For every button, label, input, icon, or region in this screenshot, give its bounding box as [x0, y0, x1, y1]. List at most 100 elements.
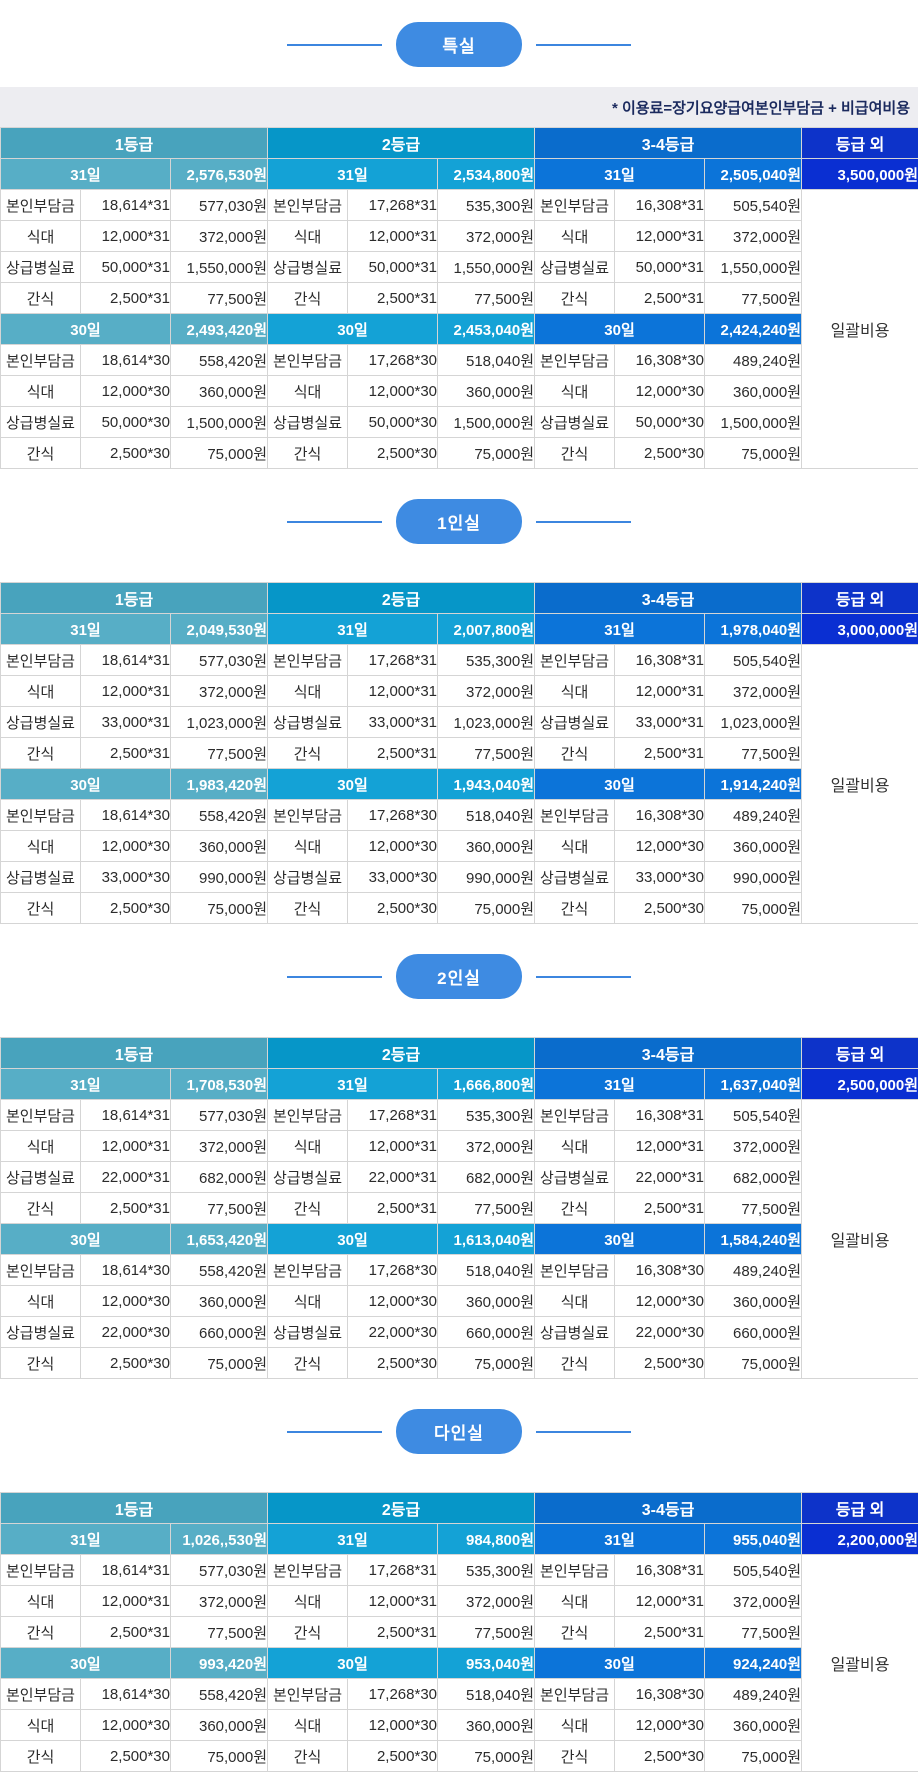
grade-header: 3-4등급	[535, 1038, 802, 1069]
item-label: 본인부담금	[268, 800, 348, 831]
item-calc: 50,000*31	[81, 252, 171, 283]
note-bar: * 이용료=장기요양급여본인부담금 + 비급여비용	[0, 87, 918, 127]
item-label: 식대	[1, 1710, 81, 1741]
item-label: 식대	[1, 1586, 81, 1617]
period-total: 1,983,420원	[171, 769, 268, 800]
item-calc: 2,500*30	[615, 438, 705, 469]
grade-header: 1등급	[1, 1493, 268, 1524]
item-calc: 2,500*30	[81, 438, 171, 469]
item-label: 식대	[535, 1586, 615, 1617]
period-days: 31일	[268, 1069, 438, 1100]
item-amount: 372,000원	[438, 676, 535, 707]
period-days: 31일	[535, 159, 705, 190]
item-amount: 360,000원	[438, 376, 535, 407]
outside-grade-header: 등급 외	[802, 1038, 918, 1069]
item-amount: 1,550,000원	[438, 252, 535, 283]
period-total: 1,653,420원	[171, 1224, 268, 1255]
item-amount: 518,040원	[438, 345, 535, 376]
item-label: 본인부담금	[1, 800, 81, 831]
item-label: 식대	[1, 376, 81, 407]
item-calc: 2,500*31	[348, 1193, 438, 1224]
item-calc: 2,500*31	[81, 1193, 171, 1224]
item-label: 식대	[268, 221, 348, 252]
period-days: 30일	[535, 1224, 705, 1255]
item-amount: 518,040원	[438, 800, 535, 831]
item-amount: 372,000원	[705, 1586, 802, 1617]
grade-header: 2등급	[268, 1038, 535, 1069]
item-amount: 577,030원	[171, 1555, 268, 1586]
item-label: 상급병실료	[268, 862, 348, 893]
item-amount: 577,030원	[171, 190, 268, 221]
item-calc: 12,000*30	[348, 831, 438, 862]
item-calc: 2,500*31	[81, 738, 171, 769]
item-amount: 535,300원	[438, 190, 535, 221]
item-calc: 16,308*30	[615, 1679, 705, 1710]
item-label: 간식	[535, 1741, 615, 1772]
period-days: 30일	[268, 769, 438, 800]
room-type-badge: 다인실	[396, 1409, 522, 1454]
period-days: 31일	[535, 614, 705, 645]
item-calc: 16,308*30	[615, 345, 705, 376]
decorative-line-right-icon	[536, 521, 631, 523]
item-label: 간식	[535, 1348, 615, 1379]
item-label: 간식	[1, 283, 81, 314]
item-calc: 2,500*30	[81, 893, 171, 924]
item-amount: 360,000원	[438, 1710, 535, 1741]
item-amount: 77,500원	[705, 1617, 802, 1648]
item-calc: 17,268*31	[348, 1100, 438, 1131]
item-label: 상급병실료	[1, 1162, 81, 1193]
item-amount: 990,000원	[705, 862, 802, 893]
item-calc: 2,500*30	[348, 1348, 438, 1379]
item-calc: 12,000*31	[348, 1586, 438, 1617]
decorative-line-right-icon	[536, 976, 631, 978]
item-amount: 75,000원	[171, 1741, 268, 1772]
item-label: 본인부담금	[535, 190, 615, 221]
item-amount: 372,000원	[438, 221, 535, 252]
item-calc: 2,500*31	[81, 1617, 171, 1648]
item-calc: 12,000*30	[615, 1286, 705, 1317]
item-amount: 77,500원	[171, 738, 268, 769]
item-label: 식대	[535, 376, 615, 407]
period-total: 953,040원	[438, 1648, 535, 1679]
item-calc: 2,500*30	[615, 1741, 705, 1772]
item-amount: 360,000원	[705, 376, 802, 407]
item-calc: 17,268*30	[348, 1255, 438, 1286]
section-header: 다인실	[0, 1409, 918, 1454]
item-amount: 372,000원	[171, 221, 268, 252]
item-label: 간식	[535, 1193, 615, 1224]
grade-header: 2등급	[268, 128, 535, 159]
item-amount: 505,540원	[705, 1555, 802, 1586]
item-calc: 2,500*31	[81, 283, 171, 314]
period-days: 30일	[268, 1224, 438, 1255]
item-amount: 1,023,000원	[438, 707, 535, 738]
period-total: 2,576,530원	[171, 159, 268, 190]
item-amount: 558,420원	[171, 800, 268, 831]
outside-grade-total: 3,500,000원	[802, 159, 918, 190]
item-amount: 682,000원	[705, 1162, 802, 1193]
item-amount: 489,240원	[705, 1679, 802, 1710]
item-label: 식대	[268, 831, 348, 862]
item-label: 본인부담금	[268, 345, 348, 376]
item-label: 본인부담금	[1, 1100, 81, 1131]
item-calc: 22,000*31	[348, 1162, 438, 1193]
item-calc: 12,000*30	[81, 1286, 171, 1317]
decorative-line-left-icon	[287, 976, 382, 978]
item-calc: 12,000*31	[81, 221, 171, 252]
item-label: 상급병실료	[535, 407, 615, 438]
item-calc: 12,000*30	[615, 1710, 705, 1741]
item-label: 본인부담금	[1, 1555, 81, 1586]
item-label: 본인부담금	[1, 345, 81, 376]
item-amount: 360,000원	[171, 831, 268, 862]
item-label: 식대	[1, 1131, 81, 1162]
item-label: 상급병실료	[268, 252, 348, 283]
grade-header: 2등급	[268, 583, 535, 614]
period-total: 1,584,240원	[705, 1224, 802, 1255]
item-label: 본인부담금	[268, 190, 348, 221]
item-calc: 33,000*30	[81, 862, 171, 893]
item-calc: 2,500*31	[615, 1617, 705, 1648]
item-label: 간식	[535, 1617, 615, 1648]
price-table: 1등급2등급3-4등급등급 외31일2,576,530원31일2,534,800…	[0, 127, 918, 469]
decorative-line-left-icon	[287, 44, 382, 46]
item-calc: 2,500*30	[615, 1348, 705, 1379]
price-table: 1등급2등급3-4등급등급 외31일1,026,,530원31일984,800원…	[0, 1492, 918, 1772]
